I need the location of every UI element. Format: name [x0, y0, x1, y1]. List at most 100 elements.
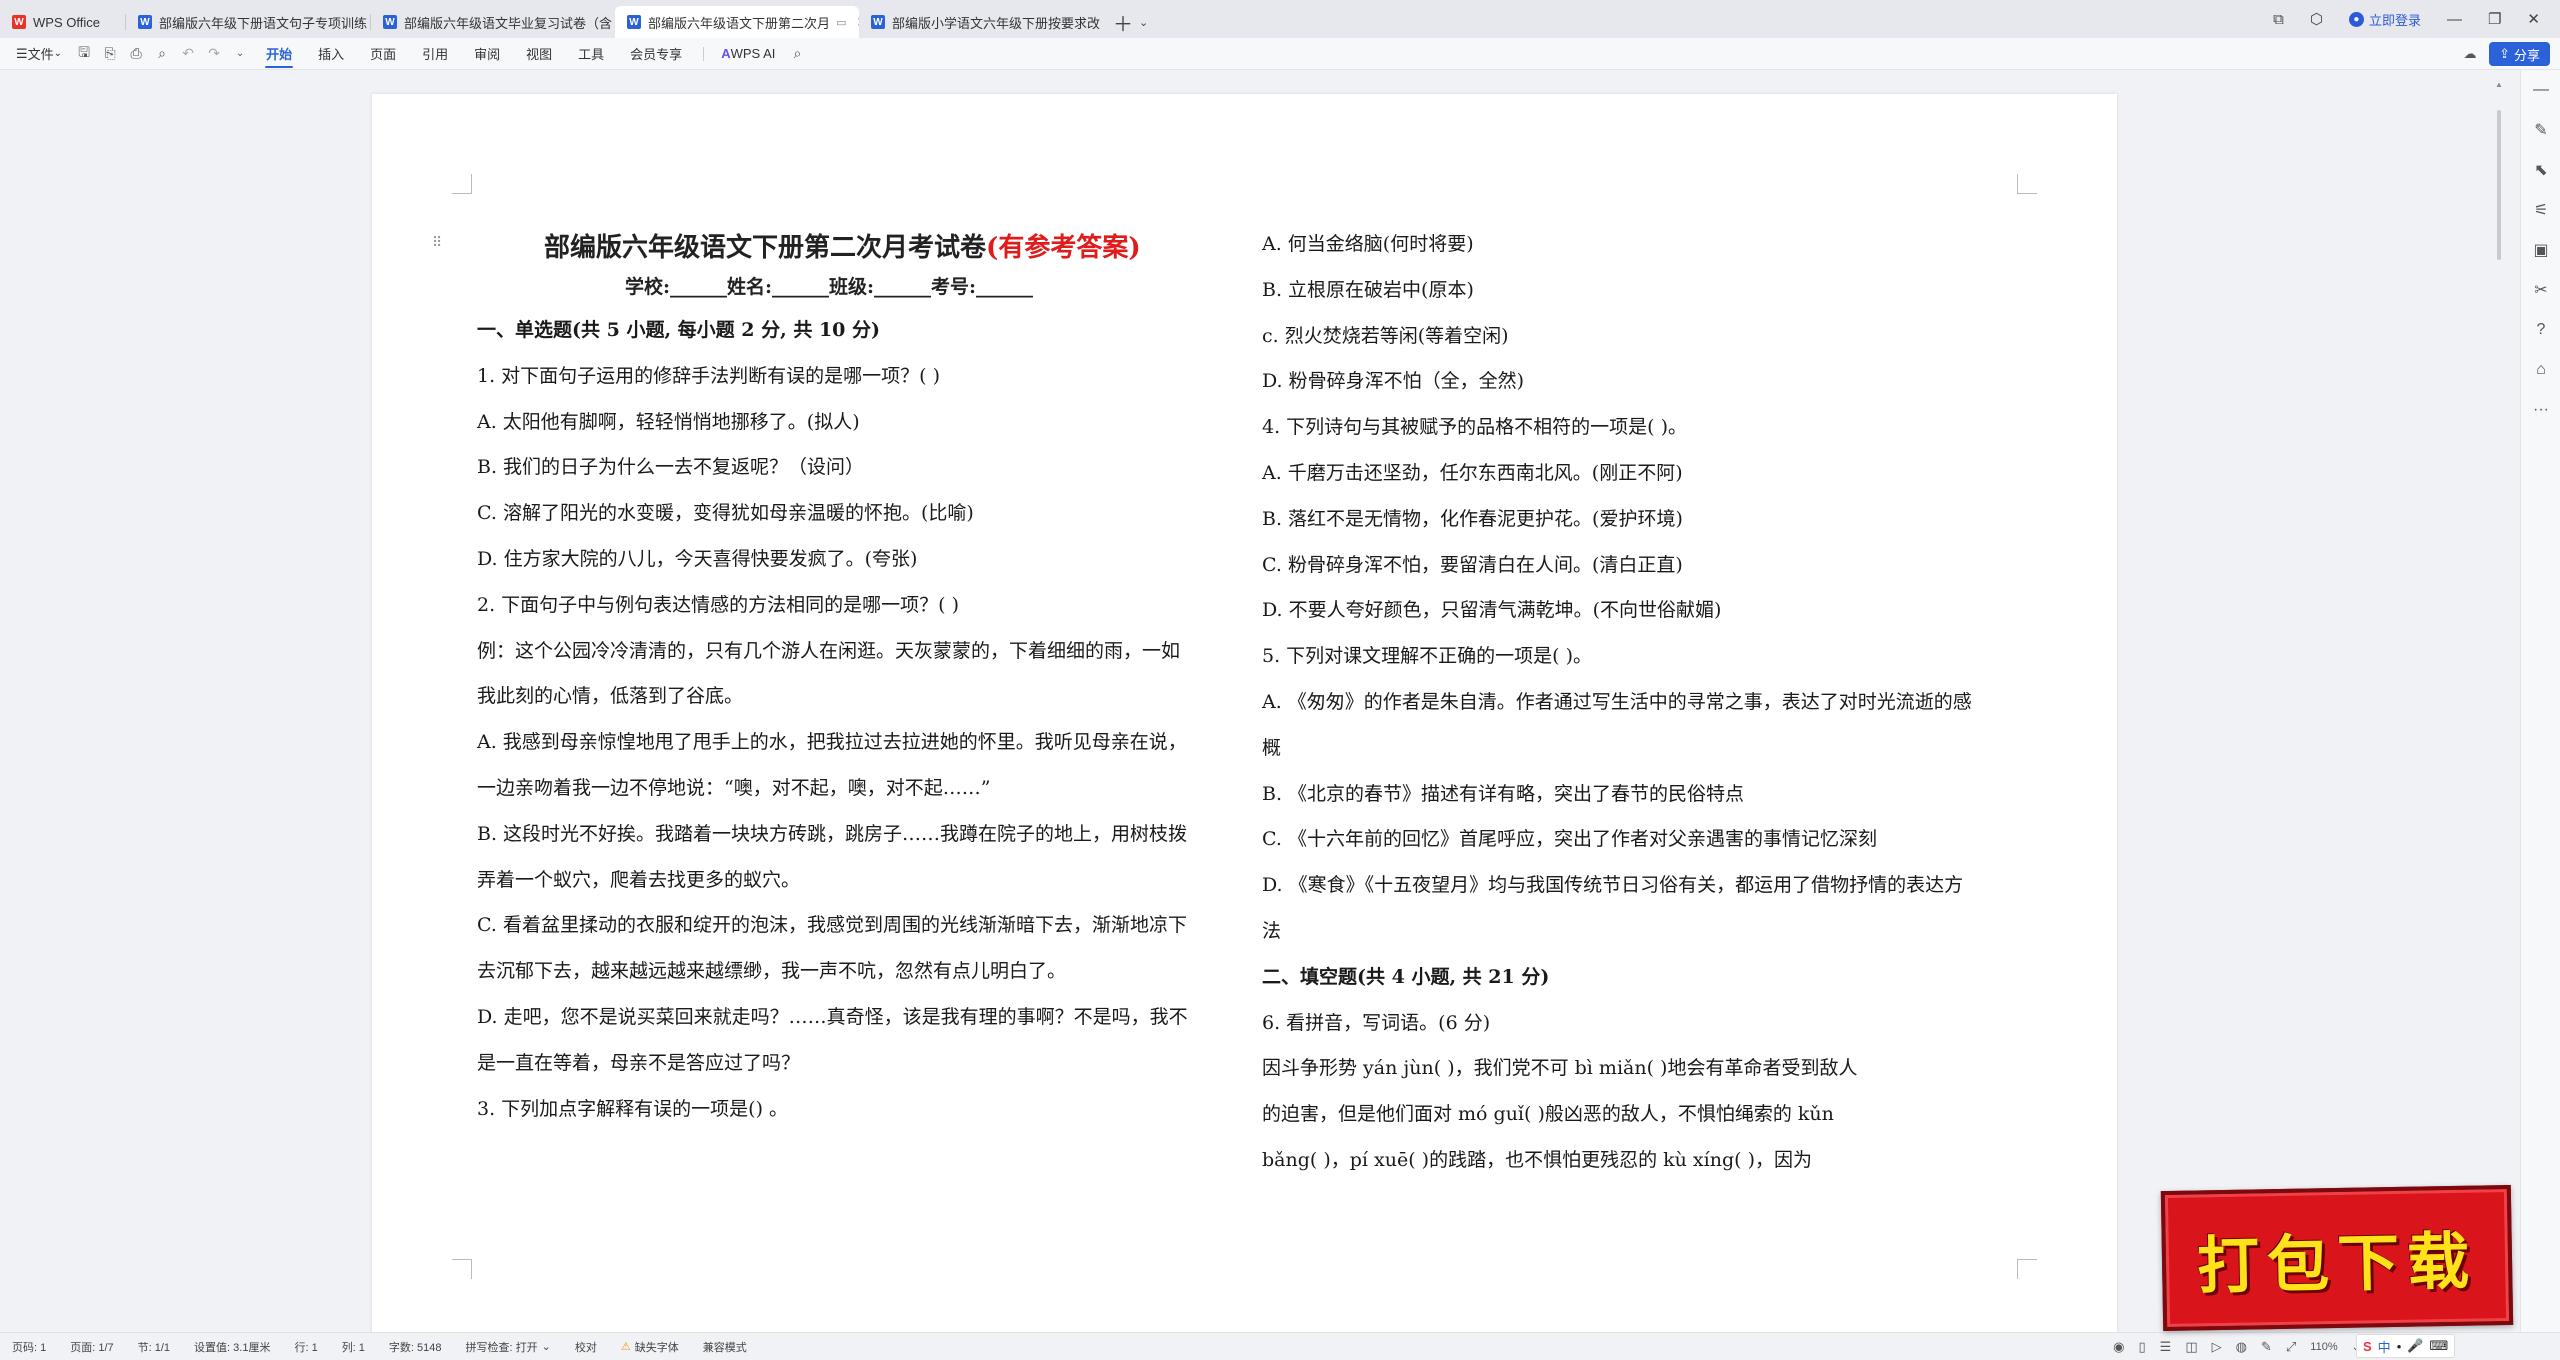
- menu-page[interactable]: 页面: [357, 38, 409, 70]
- tab-label: 部编版六年级语文下册第二次月: [648, 15, 831, 31]
- new-tab-button[interactable]: ＋ ⌄: [1103, 6, 1158, 38]
- tab-document-active[interactable]: W 部编版六年级语文下册第二次月 ▭ ✕: [615, 6, 859, 38]
- login-button[interactable]: ● 立即登录: [2348, 10, 2421, 29]
- page-view-icon[interactable]: ▯: [2139, 1339, 2146, 1355]
- edit-icon[interactable]: ✎: [2261, 1339, 2272, 1355]
- status-word-count[interactable]: 字数: 5148: [377, 1339, 454, 1355]
- menu-label: 工具: [578, 47, 605, 62]
- word-doc-icon: W: [138, 15, 152, 29]
- window-controls: ⧉ ⬡ ● 立即登录 — ❐ ✕: [2273, 0, 2560, 38]
- tab-document[interactable]: W 部编版六年级下册语文句子专项训练: [126, 6, 370, 38]
- select-cursor-icon[interactable]: ⬉: [2521, 150, 2560, 190]
- missing-font-label: 缺失字体: [634, 1341, 679, 1354]
- close-window-icon[interactable]: ✕: [2527, 10, 2540, 28]
- document-line: C. 看着盆里揉动的衣服和绽开的泡沫，我感觉到周围的光线渐渐暗下去，渐渐地凉下: [477, 914, 1187, 937]
- page-corner-mark: [2017, 1259, 2037, 1279]
- user-avatar-icon: ●: [2348, 11, 2364, 27]
- document-line: D. 住方家大院的八儿，今天喜得快要发疯了。(夸张): [477, 548, 918, 570]
- help-icon[interactable]: ?: [2521, 310, 2560, 350]
- share-button[interactable]: ⇪ 分享: [2489, 42, 2550, 66]
- file-menu[interactable]: ☰ 文件 ⌄: [0, 38, 71, 70]
- menu-label: 插入: [318, 47, 345, 62]
- cloud-sync-icon[interactable]: ☁: [2458, 42, 2482, 66]
- zoom-level[interactable]: 110%: [2310, 1341, 2337, 1353]
- menu-label: 引用: [422, 47, 449, 62]
- document-line: c. 烈火焚烧若等闲(等着空闲): [1262, 324, 1509, 347]
- status-row[interactable]: 行: 1: [282, 1339, 329, 1355]
- undo-icon[interactable]: ↶: [175, 38, 201, 70]
- collapse-icon[interactable]: —: [2521, 70, 2560, 110]
- document-line: 6. 看拼音，写词语。(6 分): [1262, 1011, 1491, 1034]
- menu-view[interactable]: 视图: [513, 38, 565, 70]
- wps-ai-icon: A: [721, 46, 731, 61]
- menu-review[interactable]: 审阅: [461, 38, 513, 70]
- document-line: B. 立根原在破岩中(原本): [1262, 278, 1474, 301]
- layout-icon[interactable]: ☰: [2160, 1339, 2172, 1355]
- tab-document[interactable]: W 部编版六年级语文毕业复习试卷（含: [371, 6, 615, 38]
- menu-label: 审阅: [474, 47, 501, 62]
- print-preview-icon[interactable]: ⌕: [149, 38, 175, 70]
- document-line: 4. 下列诗句与其被赋予的品格不相符的一项是( )。: [1262, 416, 1688, 439]
- document-page[interactable]: ⠿ 部编版六年级语文下册第二次月考试卷(有参考答案) 学校:______姓名:_…: [372, 94, 2117, 1332]
- status-proof[interactable]: 校对: [563, 1339, 609, 1355]
- adjust-icon[interactable]: ⚟: [2521, 190, 2560, 230]
- maximize-icon[interactable]: ❐: [2488, 10, 2501, 28]
- paragraph-drag-handle[interactable]: ⠿: [432, 234, 442, 251]
- document-line: A. 何当金络脑(何时将要): [1262, 233, 1474, 255]
- pen-icon[interactable]: ✎: [2521, 110, 2560, 150]
- status-pages[interactable]: 页面: 1/7: [58, 1339, 125, 1355]
- menu-member[interactable]: 会员专享: [617, 38, 695, 70]
- wps-ai-button[interactable]: A WPS AI: [712, 38, 784, 70]
- document-line: 3. 下列加点字解释有误的一项是() 。: [477, 1097, 789, 1120]
- menu-tools[interactable]: 工具: [565, 38, 617, 70]
- document-line: A. 《匆匆》的作者是朱自清。作者通过写生活中的寻常之事，表达了对时光流逝的感: [1262, 691, 1972, 713]
- tools-icon[interactable]: ✂: [2521, 270, 2560, 310]
- ime-lang[interactable]: 中: [2378, 1337, 2391, 1356]
- tab-document[interactable]: W 部编版小学语文六年级下册按要求改: [859, 6, 1103, 38]
- scrollbar-thumb[interactable]: [2497, 110, 2501, 260]
- minimize-icon[interactable]: —: [2447, 11, 2462, 28]
- document-line: 法: [1262, 920, 1282, 942]
- status-bar: 页码: 1 页面: 1/7 节: 1/1 设置值: 3.1厘米 行: 1 列: …: [0, 1332, 2560, 1360]
- document-canvas[interactable]: ⠿ 部编版六年级语文下册第二次月考试卷(有参考答案) 学校:______姓名:_…: [0, 70, 2520, 1332]
- print-icon[interactable]: ⎙: [123, 38, 149, 70]
- cube-icon[interactable]: ⬡: [2310, 10, 2323, 28]
- scroll-up-icon[interactable]: ▲: [2495, 80, 2503, 89]
- download-banner[interactable]: 打包下载: [2160, 1184, 2514, 1332]
- save-icon[interactable]: 🖫: [71, 38, 97, 70]
- split-icon[interactable]: ◫: [2185, 1339, 2197, 1355]
- word-doc-icon: W: [383, 15, 397, 29]
- punctuation-icon[interactable]: •: [2397, 1339, 2402, 1354]
- image-icon[interactable]: ▣: [2521, 230, 2560, 270]
- more-icon[interactable]: ···: [2521, 390, 2560, 430]
- menu-start[interactable]: 开始: [253, 38, 305, 70]
- eye-icon[interactable]: ◉: [2113, 1339, 2124, 1355]
- document-line: C. 《十六年前的回忆》首尾呼应，突出了作者对父亲遇害的事情记忆深刻: [1262, 828, 1877, 851]
- shirt-icon[interactable]: ⌂: [2521, 350, 2560, 390]
- globe-icon[interactable]: ◍: [2236, 1339, 2247, 1355]
- restore-layout-icon[interactable]: ⧉: [2273, 11, 2284, 28]
- status-page[interactable]: 页码: 1: [0, 1339, 58, 1355]
- menu-insert[interactable]: 插入: [305, 38, 357, 70]
- right-side-panel: — ✎ ⬉ ⚟ ▣ ✂ ? ⌂ ···: [2520, 70, 2560, 1332]
- menu-references[interactable]: 引用: [409, 38, 461, 70]
- ime-toolbar[interactable]: S 中 • 🎤 ⌨: [2356, 1334, 2456, 1358]
- status-setting[interactable]: 设置值: 3.1厘米: [182, 1339, 282, 1355]
- export-pdf-icon[interactable]: ⎘: [97, 38, 123, 70]
- vertical-scrollbar[interactable]: ▲: [2494, 80, 2504, 280]
- mic-icon[interactable]: 🎤: [2407, 1338, 2423, 1354]
- tab-wps-home[interactable]: W WPS Office: [0, 6, 125, 38]
- fit-icon[interactable]: ⤢: [2286, 1339, 2296, 1355]
- more-dropdown-icon[interactable]: ⌄: [227, 38, 253, 70]
- status-spell-check[interactable]: 拼写检查: 打开 ⌄: [454, 1339, 563, 1355]
- status-col[interactable]: 列: 1: [330, 1339, 377, 1355]
- status-missing-font[interactable]: ⚠ 缺失字体: [609, 1339, 691, 1355]
- banner-text: 打包下载: [2196, 1224, 2478, 1303]
- document-line: 的迫害，但是他们面对 mó guǐ( )般凶恶的敌人，不惧怕绳索的 kǔn: [1262, 1103, 1834, 1126]
- tab-label: 部编版六年级语文毕业复习试卷（含: [404, 15, 613, 31]
- status-section[interactable]: 节: 1/1: [126, 1339, 182, 1355]
- play-icon[interactable]: ▷: [2212, 1339, 2222, 1355]
- search-icon[interactable]: ⌕: [784, 38, 810, 70]
- redo-icon[interactable]: ↷: [201, 38, 227, 70]
- keyboard-icon[interactable]: ⌨: [2429, 1338, 2448, 1354]
